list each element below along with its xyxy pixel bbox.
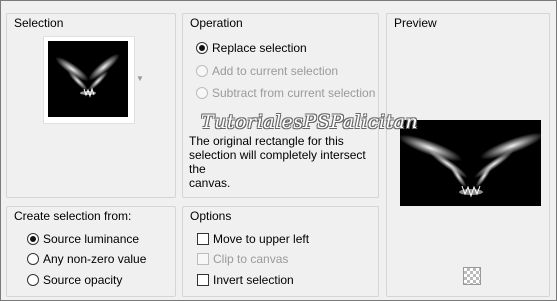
any-non-zero-label: Any non-zero value [43, 252, 147, 266]
source-luminance-label: Source luminance [43, 232, 140, 246]
radio-indicator[interactable] [27, 253, 39, 265]
checkbox-indicator[interactable] [197, 274, 209, 286]
invert-selection-checkbox[interactable]: Invert selection [197, 273, 294, 287]
selection-thumbnail [48, 41, 128, 117]
replace-selection-radio[interactable]: Replace selection [196, 41, 307, 55]
options-group-title: Options [190, 209, 232, 223]
replace-selection-label: Replace selection [212, 41, 307, 55]
checkerboard-icon[interactable] [463, 267, 481, 285]
create-selection-group-title: Create selection from: [14, 209, 132, 223]
add-to-selection-radio: Add to current selection [196, 64, 338, 78]
operation-group-title: Operation [190, 16, 243, 30]
move-to-upper-left-checkbox[interactable]: Move to upper left [197, 232, 309, 246]
checkbox-indicator [197, 253, 209, 265]
preview-group: Preview [386, 13, 550, 297]
watermark-text: TutorialesPSPalicitan [201, 111, 419, 133]
operation-info-text: The original rectangle for this selectio… [189, 134, 378, 190]
operation-group: Operation Replace selection Add to curre… [182, 13, 379, 198]
checkbox-indicator[interactable] [197, 233, 209, 245]
radio-indicator [196, 87, 208, 99]
add-to-selection-label: Add to current selection [212, 64, 339, 78]
subtract-from-selection-label: Subtract from current selection [212, 86, 376, 100]
preview-image [400, 120, 541, 206]
source-opacity-label: Source opacity [43, 273, 123, 287]
selection-group: Selection ▼ [6, 13, 176, 198]
radio-indicator[interactable] [196, 42, 208, 54]
info-line: The original rectangle for this [189, 134, 344, 148]
radio-indicator [196, 65, 208, 77]
source-luminance-radio[interactable]: Source luminance [27, 232, 139, 246]
selection-source-picker[interactable] [43, 36, 135, 124]
source-opacity-radio[interactable]: Source opacity [27, 273, 122, 287]
clip-to-canvas-label: Clip to canvas [213, 252, 289, 266]
clip-to-canvas-checkbox: Clip to canvas [197, 252, 288, 266]
move-to-upper-left-label: Move to upper left [213, 232, 310, 246]
selection-group-title: Selection [14, 16, 64, 30]
info-line: canvas. [189, 176, 231, 190]
subtract-from-selection-radio: Subtract from current selection [196, 86, 375, 100]
invert-selection-label: Invert selection [213, 273, 294, 287]
radio-indicator[interactable] [27, 274, 39, 286]
chevron-down-icon[interactable]: ▼ [136, 74, 144, 83]
options-group: Options Move to upper left Clip to canva… [182, 206, 379, 297]
any-non-zero-radio[interactable]: Any non-zero value [27, 252, 146, 266]
create-selection-group: Create selection from: Source luminance … [6, 206, 176, 297]
preview-group-title: Preview [394, 16, 437, 30]
info-line: selection will completely intersect the [189, 148, 366, 176]
radio-indicator[interactable] [27, 233, 39, 245]
